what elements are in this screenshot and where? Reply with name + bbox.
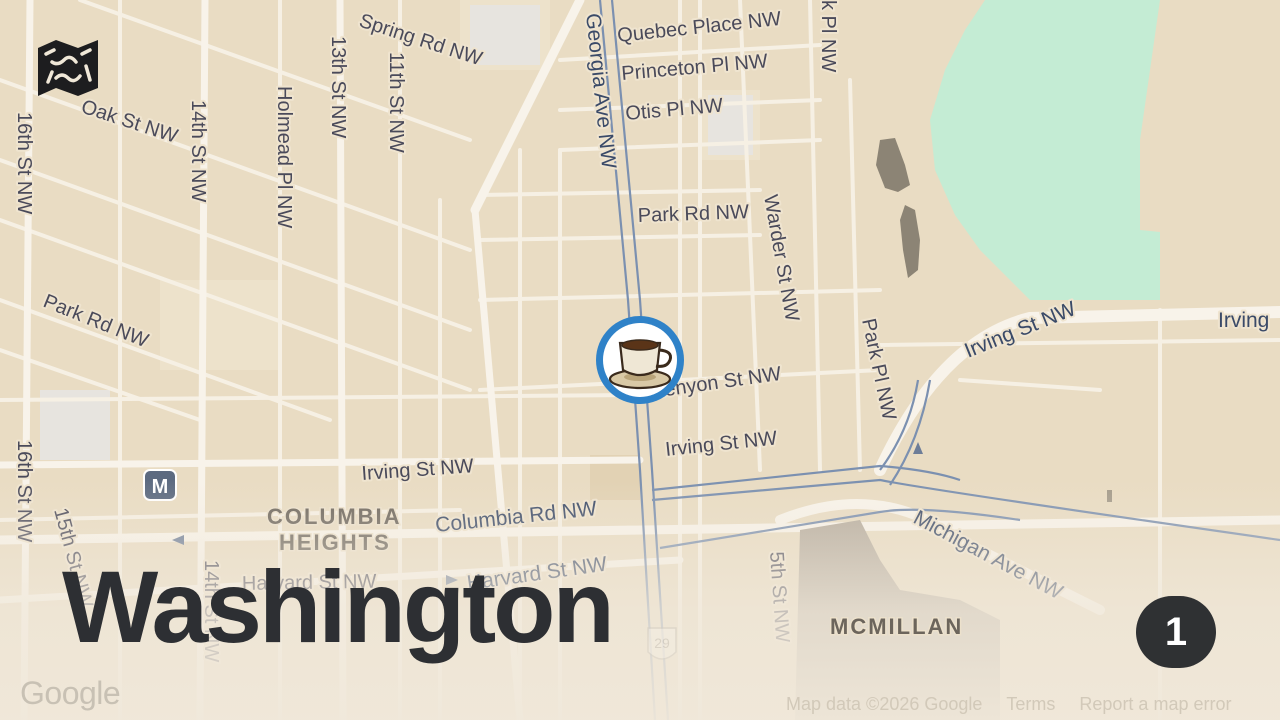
terms-link[interactable]: Terms bbox=[1006, 694, 1055, 715]
city-title: Washington bbox=[62, 550, 615, 664]
route-shield-icon: 29 bbox=[647, 627, 677, 660]
label-holmead-pl: Holmead Pl NW bbox=[273, 86, 295, 228]
label-columbia-heights-1: COLUMBIA bbox=[267, 504, 402, 529]
metro-station-icon[interactable]: M bbox=[143, 469, 177, 501]
label-14th-st-top: 14th St NW bbox=[187, 100, 209, 202]
label-irving-edge: Irving bbox=[1218, 309, 1269, 332]
report-error-link[interactable]: Report a map error bbox=[1079, 694, 1231, 715]
label-park-pl-top: k Pl NW bbox=[817, 0, 839, 72]
folded-map-icon bbox=[38, 40, 98, 96]
count-badge-value: 1 bbox=[1164, 609, 1188, 654]
map-data-text: Map data ©2026 Google bbox=[786, 694, 983, 714]
cafe-marker[interactable] bbox=[596, 316, 684, 404]
label-16th-st-bottom: 16th St NW bbox=[13, 440, 35, 542]
label-park-rd-center: Park Rd NW bbox=[637, 201, 749, 227]
building-marker bbox=[1107, 490, 1112, 502]
count-badge: 1 bbox=[1136, 596, 1216, 668]
label-16th-st-top: 16th St NW bbox=[13, 112, 35, 214]
google-logo: Google bbox=[20, 675, 121, 711]
route-shield-label: 29 bbox=[654, 635, 670, 651]
metro-station-label: M bbox=[152, 476, 169, 498]
map-attribution: Map data ©2026 Google Terms Report a map… bbox=[786, 694, 1231, 715]
area-labels: COLUMBIA HEIGHTS bbox=[266, 503, 402, 557]
label-11th-st: 11th St NW bbox=[385, 52, 407, 153]
label-13th-st: 13th St NW bbox=[327, 36, 349, 138]
